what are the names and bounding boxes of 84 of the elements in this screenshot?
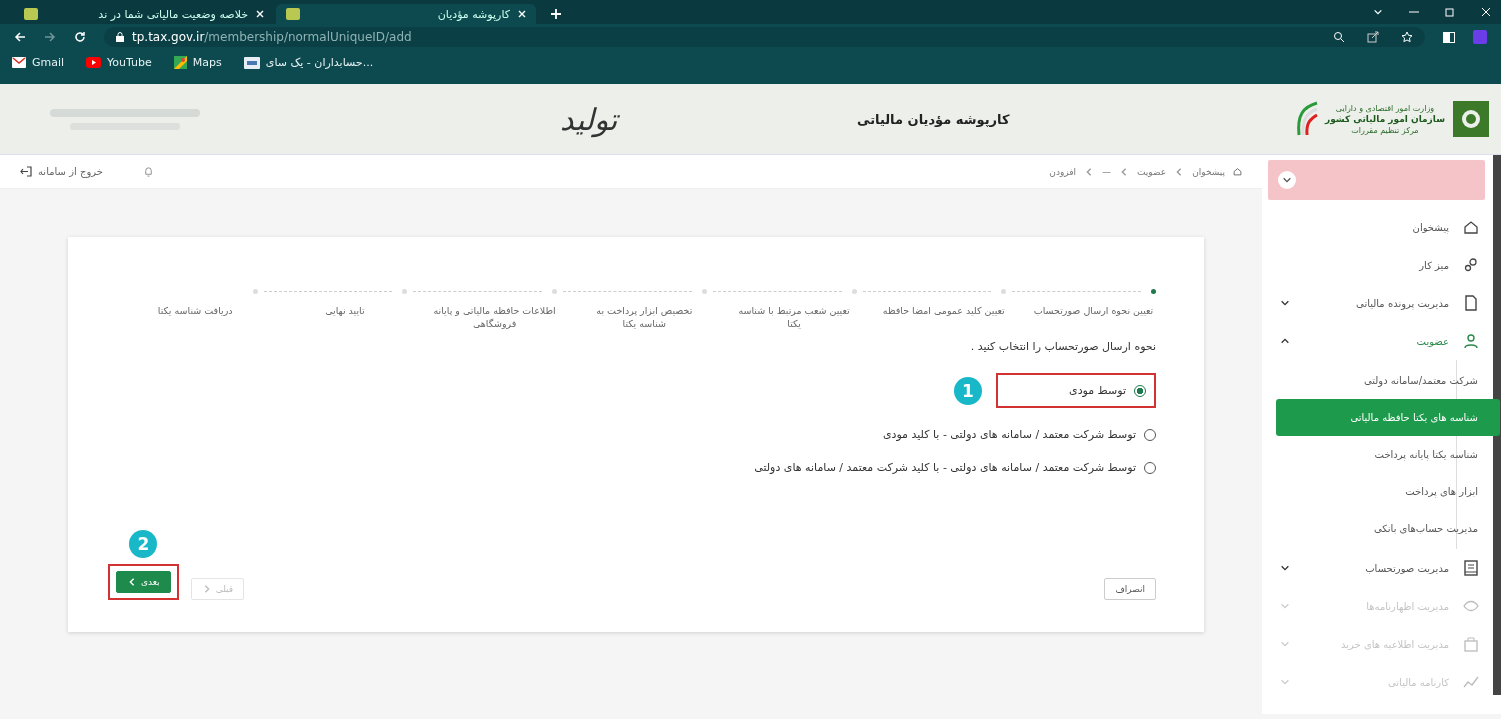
bookmark[interactable]: Gmail [12, 56, 65, 69]
submenu-item[interactable]: شناسه های یکتا حافظه مالیاتی [1276, 399, 1500, 436]
submenu-item[interactable]: ابزار های پرداخت [1276, 473, 1500, 510]
map-icon [173, 56, 187, 69]
step-label[interactable]: تایید نهایی [282, 304, 408, 317]
radio-option[interactable]: توسط شرکت معتمد / سامانه های دولتی - با کلید شرکت معتمد / سامانه های دولتی [754, 461, 1156, 474]
people-icon [1463, 257, 1479, 273]
mail-icon [12, 57, 26, 68]
browser-tab[interactable]: خلاصه وضعیت مالیاتی شما در ند [14, 4, 274, 24]
tab-favicon [286, 8, 300, 20]
menu-item[interactable]: میز کار [1268, 246, 1485, 284]
menu-item[interactable]: مدیریت پرونده مالیاتی [1268, 284, 1485, 322]
close-icon[interactable] [256, 10, 264, 18]
logout-link[interactable]: خروج از سامانه [20, 166, 103, 177]
scrollbar[interactable] [1493, 155, 1501, 695]
breadcrumb-item[interactable]: پیشخوان [1192, 166, 1225, 177]
tab-list-icon[interactable] [1373, 7, 1383, 17]
menu-item[interactable]: پیشخوان [1268, 208, 1485, 246]
radio-option[interactable]: توسط شرکت معتمد / سامانه های دولتی - با کلید مودی [882, 428, 1156, 441]
play-icon [86, 57, 102, 68]
cancel-button[interactable]: انصراف [1104, 578, 1156, 600]
chevron-icon [1280, 298, 1290, 308]
bag-icon [1463, 636, 1479, 652]
chart-icon [1463, 674, 1479, 690]
step-label[interactable]: تخصیص ابزار پرداخت به شناسه یکتا [581, 304, 707, 330]
question-text: نحوه ارسال صورتحساب را انتخاب کنید . [969, 340, 1156, 353]
logo-text: سازمان امور مالیاتی کشور [1325, 113, 1445, 125]
chevron-icon [1280, 677, 1290, 687]
chevron-icon [1280, 563, 1290, 573]
invoice-icon [1463, 560, 1479, 576]
submenu-item[interactable]: مدیریت حساب‌های بانکی [1276, 510, 1500, 547]
step-label[interactable]: دریافت شناسه یکتا [132, 304, 258, 317]
zoom-icon[interactable] [1333, 31, 1345, 43]
reload-icon[interactable] [74, 31, 86, 43]
chevron-icon [1282, 175, 1292, 185]
file-icon [1463, 295, 1479, 311]
tab-favicon [24, 8, 38, 20]
address-bar[interactable]: tp.tax.gov.ir/membership/normalUniqueID/add [104, 27, 1425, 47]
logout-icon [20, 166, 32, 177]
site-icon [243, 56, 260, 69]
back-icon[interactable] [14, 31, 26, 43]
person-icon [1463, 333, 1479, 349]
chevron-icon [1280, 639, 1290, 649]
step-label[interactable]: تعیین نحوه ارسال صورتحساب [1031, 304, 1156, 317]
restore-icon[interactable] [1445, 7, 1455, 17]
emblem-icon [1451, 99, 1491, 139]
step-number-badge: 2 [129, 530, 158, 558]
submenu-item[interactable]: شناسه یکتا پایانه پرداخت [1276, 436, 1500, 473]
menu-item[interactable]: مدیریت صورتحساب [1268, 549, 1485, 587]
sidebar-icon[interactable] [1443, 31, 1455, 43]
breadcrumb-item[interactable]: — [1102, 166, 1111, 177]
chevron-icon [127, 577, 137, 587]
step-number-badge: 1 [954, 376, 982, 405]
home-icon [1463, 219, 1479, 235]
chevron-icon [1280, 336, 1290, 346]
close-icon[interactable] [1481, 7, 1491, 17]
eye-icon [1463, 598, 1479, 614]
radio-button[interactable] [1134, 384, 1146, 397]
browser-tab[interactable]: کارپوشه مؤدیان [276, 4, 536, 24]
chevron-icon [1119, 166, 1129, 177]
share-icon[interactable] [1367, 31, 1379, 43]
bookmark[interactable]: حسابداران - یک سای... [243, 56, 374, 69]
submenu-item[interactable]: شرکت معتمد/سامانه دولتی [1276, 362, 1500, 399]
step-label[interactable]: تعیین شعب مرتبط با شناسه یکتا [731, 304, 857, 330]
step-label[interactable]: تعیین کلید عمومی امضا حافظه [881, 304, 1007, 317]
close-icon[interactable] [518, 10, 526, 18]
home-icon [1233, 167, 1242, 176]
chevron-icon [1280, 601, 1290, 611]
bookmark[interactable]: Maps [173, 56, 222, 69]
next-button[interactable]: بعدی [116, 571, 171, 593]
star-icon[interactable] [1401, 31, 1413, 43]
chevron-icon [1084, 166, 1094, 177]
page-title: کارپوشه مؤدیان مالیاتی [857, 111, 1010, 127]
forward-icon[interactable] [44, 31, 56, 43]
new-tab-icon[interactable] [550, 8, 562, 20]
step-label[interactable]: اطلاعات حافظه مالیاتی و پایانه فروشگاهی [432, 304, 558, 330]
radio-option[interactable]: توسط مودی [1006, 384, 1146, 397]
logo-text: مرکز تنظیم مقررات [1351, 125, 1419, 136]
lock-icon [116, 32, 124, 42]
menu-item[interactable]: عضویت [1268, 322, 1485, 360]
bookmark[interactable]: YouTube [86, 56, 152, 69]
breadcrumb-item[interactable]: عضویت [1137, 166, 1167, 177]
logo-text: وزارت امور اقتصادی و دارایی [1335, 102, 1435, 114]
breadcrumb-item[interactable]: افزودن [1049, 166, 1076, 177]
